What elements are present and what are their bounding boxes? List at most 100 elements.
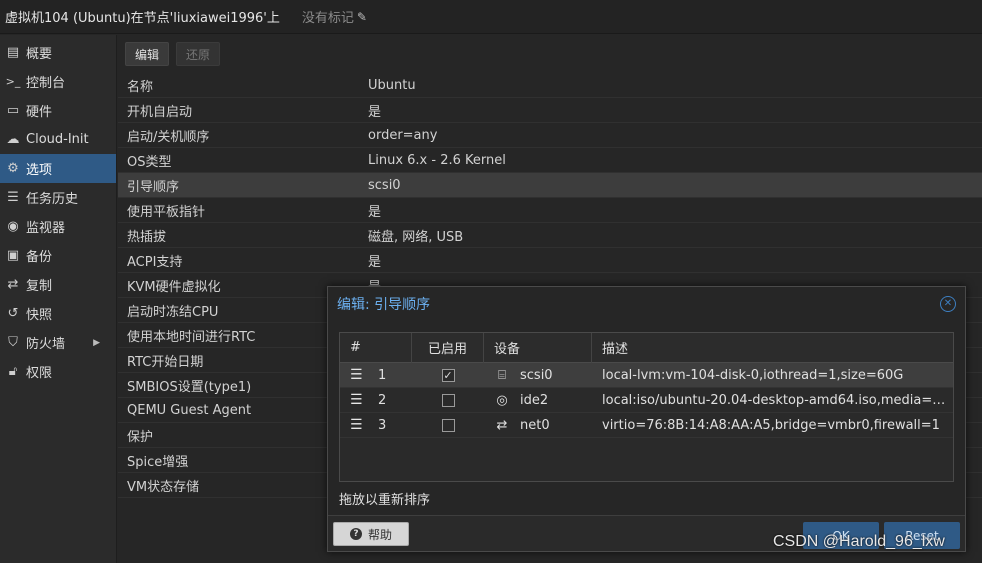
watermark: CSDN @Harold_96_lxw [773, 533, 945, 550]
row-num-cell: ☰ 1 [340, 363, 412, 388]
option-key: 使用平板指针 [127, 204, 206, 220]
pencil-icon[interactable]: ✎ [357, 10, 367, 24]
option-row[interactable]: 开机自启动 是 [118, 98, 982, 123]
table-row[interactable]: ☰ 1 ✓ ⌸ scsi0 local-lvm:vm-104-disk-0,ioth… [340, 363, 953, 388]
row-description-cell: virtio=76:8B:14:A8:AA:A5,bridge=vmbr0,fi… [592, 413, 953, 438]
sidebar-item-replication[interactable]: ⇄ 复制 [0, 270, 116, 299]
option-row[interactable]: 引导顺序 scsi0 [118, 173, 982, 198]
sidebar-item-label: Cloud-Init [26, 132, 89, 147]
row-description: local:iso/ubuntu-20.04-desktop-amd64.iso… [602, 392, 947, 408]
option-row[interactable]: 使用平板指针 是 [118, 198, 982, 223]
shield-icon: ⛉ [8, 335, 18, 350]
column-header-description[interactable]: 描述 [592, 333, 953, 363]
drag-handle-icon[interactable]: ☰ [350, 367, 366, 383]
option-row[interactable]: ACPI支持 是 [118, 248, 982, 273]
close-icon[interactable]: ✕ [940, 296, 956, 312]
sidebar-item-firewall[interactable]: ⛉ 防火墙 ▶ [0, 328, 116, 357]
column-header-num[interactable]: # [340, 332, 412, 363]
option-value: 是 [368, 104, 382, 120]
row-num: 1 [378, 367, 387, 383]
option-row[interactable]: OS类型 Linux 6.x - 2.6 Kernel [118, 148, 982, 173]
option-value: Linux 6.x - 2.6 Kernel [368, 152, 506, 168]
column-header-enabled[interactable]: 已启用 [412, 332, 484, 363]
option-key: ACPI支持 [127, 254, 183, 270]
sidebar-item-hardware[interactable]: ▭ 硬件 [0, 96, 116, 125]
option-row[interactable]: 热插拔 磁盘, 网络, USB [118, 223, 982, 248]
dialog-title: 编辑: 引导顺序 [337, 297, 431, 313]
option-value: scsi0 [368, 177, 401, 193]
option-key: OS类型 [127, 154, 172, 170]
sidebar-item-summary[interactable]: ▤ 概要 [0, 38, 116, 67]
row-device: net0 [520, 417, 550, 433]
sidebar-item-label: 选项 [26, 163, 53, 178]
dialog-header[interactable]: 编辑: 引导顺序 ✕ [328, 287, 965, 321]
row-description: virtio=76:8B:14:A8:AA:A5,bridge=vmbr0,fi… [602, 417, 940, 433]
column-header-device[interactable]: 设备 [484, 332, 592, 363]
sidebar-item-label: 快照 [26, 308, 53, 323]
gear-icon: ⚙ [7, 161, 19, 176]
enabled-checkbox[interactable] [441, 418, 455, 432]
sidebar-item-cloud-init[interactable]: ☁ Cloud-Init [0, 125, 116, 154]
help-button[interactable]: ? 帮助 [333, 522, 409, 546]
sidebar-item-task-history[interactable]: ☰ 任务历史 [0, 183, 116, 212]
floppy-icon: ▣ [6, 248, 20, 263]
option-value: order=any [368, 127, 438, 143]
option-row[interactable]: 名称 Ubuntu [118, 73, 982, 98]
sidebar-item-snapshots[interactable]: ↺ 快照 [0, 299, 116, 328]
boot-order-grid: # 已启用 设备 描述 ☰ 1 ✓ ⌸ scsi0 local-lvm:vm-104… [339, 332, 954, 482]
sidebar-item-label: 控制台 [26, 76, 66, 91]
cloud-icon: ☁ [6, 132, 20, 147]
page-title: 虚拟机104 (Ubuntu)在节点'liuxiawei1996'上 [5, 11, 280, 26]
row-description-cell: local-lvm:vm-104-disk-0,iothread=1,size=… [592, 363, 953, 388]
row-description-cell: local:iso/ubuntu-20.04-desktop-amd64.iso… [592, 388, 953, 413]
sidebar-item-label: 备份 [26, 250, 53, 265]
sidebar-item-monitor[interactable]: ◉ 监视器 [0, 212, 116, 241]
row-num: 2 [378, 392, 387, 408]
enabled-checkbox[interactable] [441, 393, 455, 407]
row-device-cell: ⇄ net0 [484, 413, 592, 438]
sidebar-item-backup[interactable]: ▣ 备份 [0, 241, 116, 270]
eye-icon: ◉ [7, 219, 19, 234]
option-key: 名称 [127, 79, 154, 95]
caret-right-icon[interactable]: ▶ [93, 338, 100, 348]
row-num-cell: ☰ 2 [340, 388, 412, 413]
sidebar-item-label: 复制 [26, 279, 53, 294]
enabled-checkbox[interactable]: ✓ [441, 368, 455, 382]
option-row[interactable]: 启动/关机顺序 order=any [118, 123, 982, 148]
row-enabled-cell: ✓ [412, 363, 484, 388]
cdrom-icon: ◎ [496, 392, 508, 408]
exchange-icon: ⇄ [496, 417, 508, 433]
monitor-icon: ▭ [6, 103, 20, 118]
sidebar-item-console[interactable]: >_ 控制台 [0, 67, 116, 96]
sidebar-item-label: 权限 [26, 366, 53, 381]
list-icon: ☰ [7, 190, 19, 205]
table-row[interactable]: ☰ 3 ⇄ net0 virtio=76:8B:14:A8:AA:A5,bridge… [340, 413, 953, 438]
row-device-cell: ⌸ scsi0 [484, 363, 592, 388]
row-device: ide2 [520, 392, 549, 408]
option-value: 是 [368, 254, 382, 270]
option-key: 热插拔 [127, 229, 167, 245]
unlock-icon: 🔓︎ [8, 364, 18, 379]
option-value: Ubuntu [368, 77, 416, 93]
row-device: scsi0 [520, 367, 553, 383]
revert-button[interactable]: 还原 [176, 42, 221, 66]
sidebar-item-label: 任务历史 [26, 192, 79, 207]
row-device-cell: ◎ ide2 [484, 388, 592, 413]
sidebar-item-label: 硬件 [26, 105, 53, 120]
tags-label: 没有标记 [301, 11, 354, 26]
drag-handle-icon[interactable]: ☰ [350, 417, 366, 433]
edit-button[interactable]: 编辑 [125, 42, 170, 66]
row-num-cell: ☰ 3 [340, 413, 412, 438]
row-num: 3 [378, 417, 387, 433]
option-key: 引导顺序 [127, 179, 180, 195]
sidebar-item-permissions[interactable]: 🔓︎ 权限 [0, 357, 116, 386]
tags-area[interactable]: 没有标记 ✎ [301, 7, 367, 27]
top-bar: 虚拟机104 (Ubuntu)在节点'liuxiawei1996'上 没有标记 … [0, 0, 982, 34]
table-row[interactable]: ☰ 2 ◎ ide2 local:iso/ubuntu-20.04-desktop-… [340, 388, 953, 413]
option-key: 开机自启动 [127, 104, 193, 120]
sidebar-item-options[interactable]: ⚙ 选项 [0, 154, 116, 183]
sidebar-item-label: 防火墙 [26, 337, 66, 352]
book-icon: ▤ [6, 45, 20, 60]
terminal-icon: >_ [5, 75, 21, 88]
drag-handle-icon[interactable]: ☰ [350, 392, 366, 408]
